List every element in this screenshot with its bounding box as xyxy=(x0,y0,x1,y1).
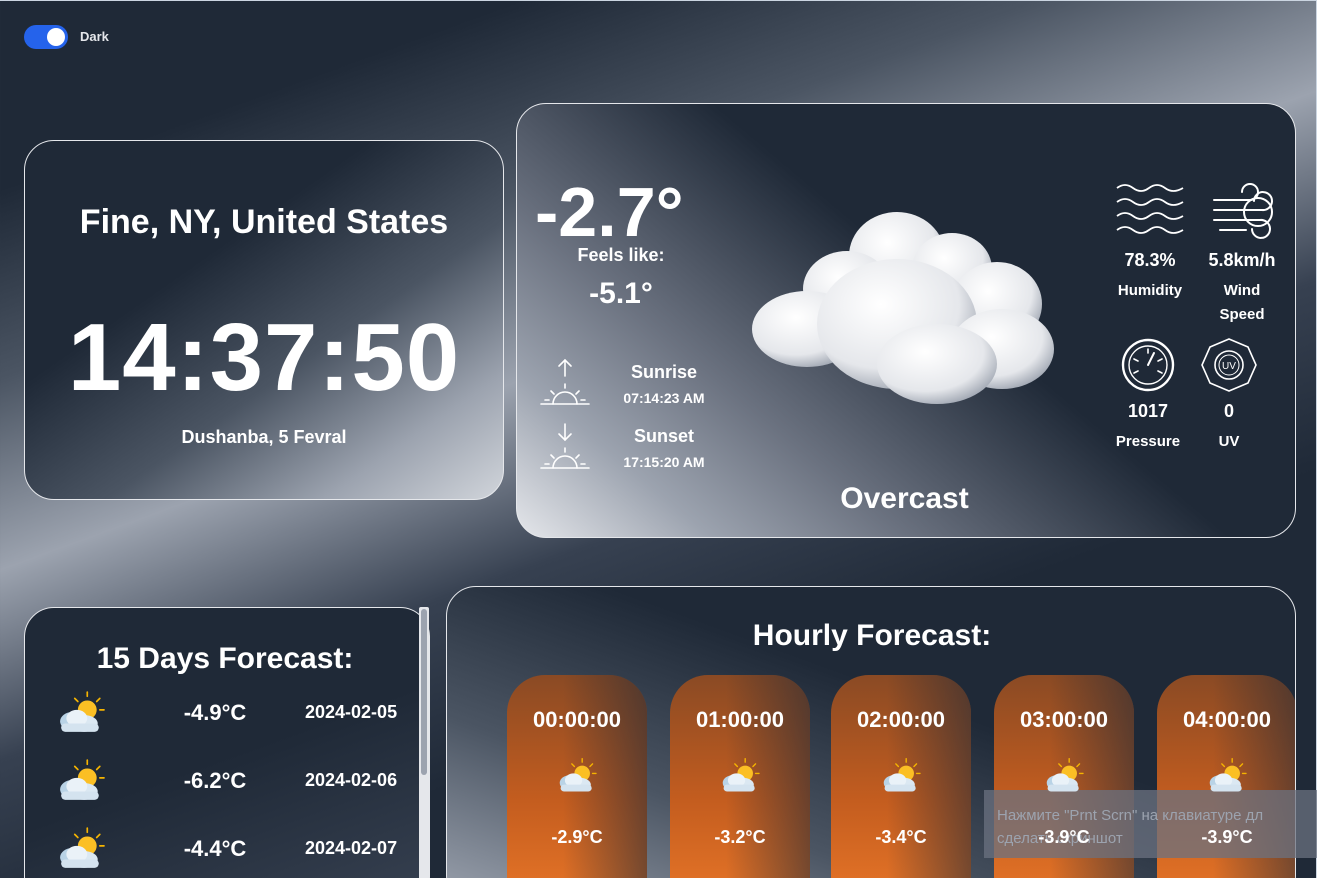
day-date: 2024-02-05 xyxy=(305,702,398,722)
overcast-cloud-icon xyxy=(752,212,1054,404)
hour-temp: -3.2°C xyxy=(714,827,766,847)
partly-cloudy-sun-icon xyxy=(55,758,107,804)
list-item: -6.2°C 2024-02-06 xyxy=(55,758,415,808)
toggle-knob xyxy=(47,28,65,46)
hour-time: 00:00:00 xyxy=(532,707,622,732)
clock-card: Fine, NY, United States 14:37:50 Dushanb… xyxy=(24,140,504,500)
sunrise-icon xyxy=(540,358,590,405)
dark-mode-label: Dark xyxy=(80,29,109,44)
hour-time: 03:00:00 xyxy=(1019,707,1109,732)
day-temp: -4.4°C xyxy=(183,836,247,861)
wind-label-line2: Speed xyxy=(1219,306,1265,323)
partly-cloudy-sun-icon xyxy=(1043,757,1085,795)
days-forecast-title: 15 Days Forecast: xyxy=(96,642,354,675)
uv-stat: UV 0 UV xyxy=(1184,337,1274,454)
day-date: 2024-02-07 xyxy=(305,838,398,858)
sunrise-label: Sunrise xyxy=(630,362,698,382)
hour-temp: -3.9°C xyxy=(1038,827,1090,847)
sunset-label: Sunset xyxy=(633,426,694,446)
hourly-forecast-card: Hourly Forecast: 00:00:00 -2.9°C 01:00:0… xyxy=(446,586,1296,878)
location-title: Fine, NY, United States xyxy=(79,203,449,241)
partly-cloudy-sun-icon xyxy=(880,757,922,795)
pressure-stat: 1017 Pressure xyxy=(1103,337,1193,454)
hour-time: 04:00:00 xyxy=(1182,707,1272,732)
partly-cloudy-sun-icon xyxy=(55,826,107,872)
uv-value: 0 xyxy=(1223,401,1234,421)
sunset-row: Sunset 17:15:20 AM xyxy=(539,422,705,478)
svg-text:UV: UV xyxy=(1222,361,1236,372)
current-temperature: -2.7° xyxy=(535,173,684,251)
humidity-stat: 78.3% Humidity xyxy=(1105,182,1195,303)
partly-cloudy-sun-icon xyxy=(719,757,761,795)
hour-temp: -2.9°C xyxy=(551,827,603,847)
hour-temp: -3.9°C xyxy=(1201,827,1253,847)
wind-label-line1: Wind xyxy=(1223,282,1261,299)
hour-time: 02:00:00 xyxy=(856,707,946,732)
dark-mode-toggle[interactable] xyxy=(24,25,68,49)
feels-like-label: Feels like: xyxy=(577,245,665,265)
weather-condition: Overcast xyxy=(840,482,969,515)
wind-stat: 5.8km/h Wind Speed xyxy=(1197,182,1287,327)
sunrise-time: 07:14:23 AM xyxy=(623,390,705,406)
partly-cloudy-sun-icon xyxy=(55,690,107,736)
wind-value: 5.8km/h xyxy=(1208,250,1276,270)
humidity-waves-icon xyxy=(1116,184,1184,234)
hourly-item: 02:00:00 -3.4°C xyxy=(831,675,971,878)
pressure-value: 1017 xyxy=(1127,401,1169,421)
current-time: 14:37:50 xyxy=(67,304,461,411)
days-forecast-card[interactable]: 15 Days Forecast: -4.9°C 2024-02-05 -6.2… xyxy=(24,607,430,878)
scrollbar-thumb[interactable] xyxy=(421,609,427,775)
day-temp: -4.9°C xyxy=(183,700,247,725)
hourly-item: 03:00:00 -3.9°C xyxy=(994,675,1134,878)
hour-temp: -3.4°C xyxy=(875,827,927,847)
hour-time: 01:00:00 xyxy=(695,707,785,732)
hourly-item: 00:00:00 -2.9°C xyxy=(507,675,647,878)
pressure-label: Pressure xyxy=(1115,433,1181,450)
sunset-time: 17:15:20 AM xyxy=(623,454,705,470)
sunset-icon xyxy=(540,423,590,469)
list-item: -4.4°C 2024-02-07 xyxy=(55,826,415,876)
day-date: 2024-02-06 xyxy=(305,770,398,790)
day-temp: -6.2°C xyxy=(183,768,247,793)
uv-sun-icon: UV xyxy=(1201,338,1257,392)
uv-label: UV xyxy=(1218,433,1240,450)
days-forecast-scrollbar[interactable] xyxy=(419,607,429,878)
hourly-item: 04:00:00 -3.9°C xyxy=(1157,675,1295,878)
feels-like-value: -5.1° xyxy=(589,277,653,310)
sunrise-row: Sunrise 07:14:23 AM xyxy=(539,358,705,414)
wind-label: Wind Speed xyxy=(1197,279,1287,327)
toast-line1: Нажмите "Prnt Scrn" на клавиатуре дл xyxy=(997,807,1264,824)
partly-cloudy-sun-icon xyxy=(556,757,598,795)
pressure-gauge-icon xyxy=(1121,338,1175,392)
list-item: -4.9°C 2024-02-05 xyxy=(55,690,415,740)
current-date: Dushanba, 5 Fevral xyxy=(181,427,347,447)
partly-cloudy-sun-icon xyxy=(1206,757,1248,795)
hourly-item: 01:00:00 -3.2°C xyxy=(670,675,810,878)
current-weather-card: -2.7° Feels like: -5.1° Sunrise 07:14:23… xyxy=(516,103,1296,538)
hourly-forecast-title: Hourly Forecast: xyxy=(752,619,992,652)
wind-icon xyxy=(1213,183,1273,239)
humidity-value: 78.3% xyxy=(1124,250,1176,270)
humidity-label: Humidity xyxy=(1117,282,1183,299)
